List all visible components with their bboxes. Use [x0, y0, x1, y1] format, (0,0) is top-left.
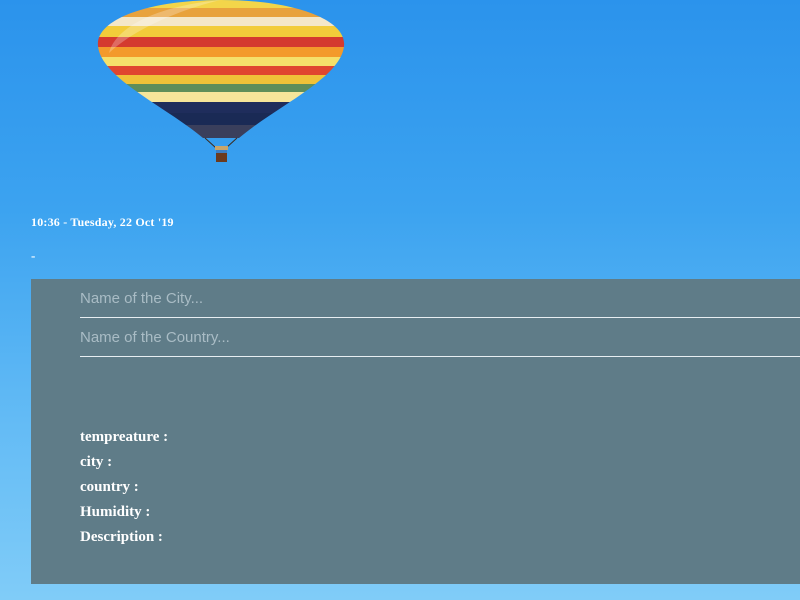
- country-label: country :: [80, 479, 139, 495]
- description-label: Description :: [80, 529, 163, 545]
- hot-air-balloon-icon: [97, 0, 345, 162]
- city-label: city :: [80, 454, 113, 470]
- humidity-label: Humidity :: [80, 504, 151, 520]
- weather-panel: tempreature : city : country : Humidity …: [31, 279, 800, 584]
- date-time-label: 10:36 - Tuesday, 22 Oct '19: [31, 215, 174, 229]
- temperature-label: tempreature :: [80, 429, 169, 445]
- country-input[interactable]: [80, 319, 800, 357]
- location-placeholder: -: [31, 248, 36, 263]
- city-input[interactable]: [80, 280, 800, 318]
- weather-info-list: tempreature : city : country : Humidity …: [80, 427, 168, 552]
